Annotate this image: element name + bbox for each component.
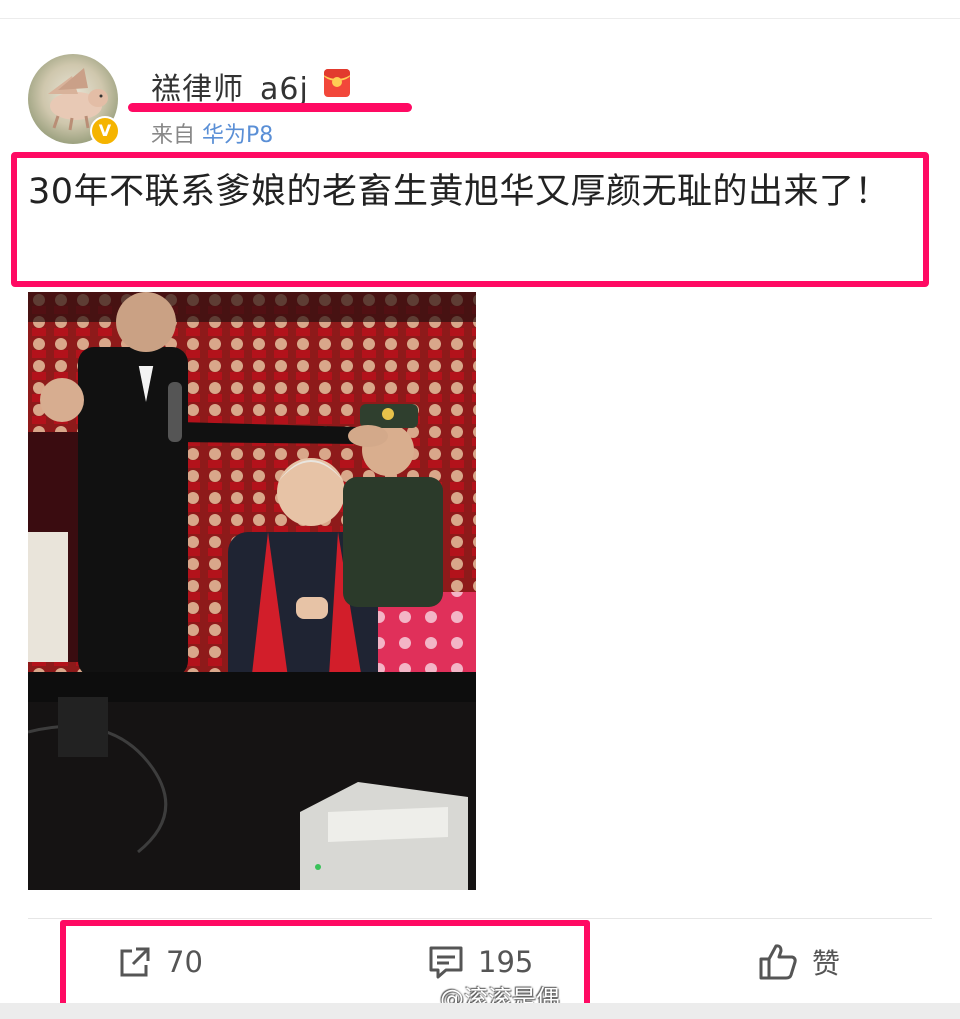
comment-bubble-icon — [428, 945, 464, 979]
post-photo-illustration — [28, 292, 476, 890]
footer-divider — [28, 918, 932, 919]
thumbs-up-icon — [758, 943, 798, 981]
post-text: 30年不联系爹娘的老畜生黄旭华又厚颜无耻的出来了！ — [28, 172, 891, 212]
source-device-link[interactable]: 华为P8 — [202, 123, 273, 148]
post-image[interactable] — [28, 292, 476, 890]
username[interactable]: 禚律师_a6j — [151, 64, 309, 108]
repost-button[interactable]: 70 — [118, 940, 203, 984]
share-arrow-icon — [118, 945, 152, 979]
username-highlight-underline — [128, 103, 412, 112]
source-prefix: 来自 — [151, 123, 196, 148]
red-packet-icon[interactable] — [324, 69, 350, 97]
post-source: 来自 华为P8 — [151, 117, 273, 149]
verified-badge-icon: V — [90, 116, 120, 146]
like-button[interactable]: 赞 — [758, 940, 840, 984]
like-label: 赞 — [812, 947, 841, 980]
comment-count: 195 — [478, 945, 534, 979]
repost-count: 70 — [166, 945, 203, 979]
bottom-separator — [0, 1003, 960, 1019]
top-divider — [0, 18, 960, 19]
